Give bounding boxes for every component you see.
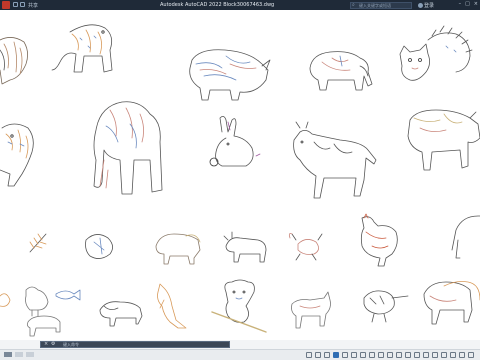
minimize-icon[interactable]: – — [459, 1, 462, 7]
isometric-icon[interactable] — [342, 352, 348, 358]
autocad-window: 共享 Autodesk AutoCAD 2022 Block30067463.d… — [0, 0, 480, 360]
drawing-goat[interactable] — [223, 231, 267, 263]
window-title: Autodesk AutoCAD 2022 Block30067463.dwg — [160, 1, 275, 8]
drawing-lion[interactable] — [0, 37, 28, 85]
annotation-scale-icon[interactable] — [387, 352, 393, 358]
drawing-rhino[interactable] — [189, 49, 271, 101]
drawing-lion-outline[interactable] — [155, 233, 201, 265]
status-tools — [306, 352, 474, 358]
drawing-fern[interactable] — [29, 233, 47, 253]
drawing-cow[interactable] — [293, 121, 377, 199]
command-bar: × ⚙ 键入命令 — [0, 340, 480, 349]
drawing-bull[interactable] — [407, 109, 480, 171]
selection-cycling-icon[interactable] — [378, 352, 384, 358]
title-bar: 共享 Autodesk AutoCAD 2022 Block30067463.d… — [0, 0, 480, 10]
drawing-canvas[interactable] — [0, 10, 480, 340]
osnap-icon[interactable] — [351, 352, 357, 358]
ortho-icon[interactable] — [324, 352, 330, 358]
drawing-koala[interactable] — [211, 279, 267, 333]
drawing-tiger[interactable] — [0, 123, 34, 187]
drawing-fish[interactable] — [55, 289, 81, 301]
drawing-horse-partial[interactable] — [451, 215, 480, 259]
application-menu-button[interactable] — [2, 1, 10, 9]
drawing-bird-small[interactable] — [0, 293, 11, 307]
sign-in-button[interactable]: 登录 — [418, 2, 434, 9]
user-icon — [418, 2, 423, 8]
new-icon[interactable] — [13, 2, 18, 7]
drawing-elephant-small[interactable] — [309, 51, 373, 91]
isolate-objects-icon[interactable] — [441, 352, 447, 358]
close-icon[interactable]: × — [44, 342, 48, 347]
sign-in-label: 登录 — [424, 2, 435, 9]
customization-icon[interactable] — [468, 352, 474, 358]
drawing-hen[interactable] — [25, 286, 49, 317]
grid-icon[interactable] — [306, 352, 312, 358]
drawing-ox[interactable] — [26, 315, 61, 337]
layout1-tab[interactable] — [15, 352, 23, 357]
drawing-cat-dragon[interactable] — [399, 25, 473, 81]
lineweight-icon[interactable] — [360, 352, 366, 358]
layout2-tab[interactable] — [26, 352, 34, 357]
model-tab[interactable] — [4, 352, 12, 357]
search-field[interactable]: ⌕ 键入关键字或短语 — [350, 1, 412, 9]
clean-screen-icon[interactable] — [459, 352, 465, 358]
lock-ui-icon[interactable] — [432, 352, 438, 358]
workspace-icon[interactable] — [396, 352, 402, 358]
drawing-kangaroo[interactable] — [157, 283, 187, 329]
drawing-bison[interactable] — [99, 301, 143, 327]
window-controls: – □ × — [459, 1, 478, 7]
share-button[interactable]: 共享 — [28, 2, 38, 9]
drawing-fish-abstract[interactable] — [85, 234, 113, 259]
search-placeholder: 键入关键字或短语 — [359, 2, 391, 8]
drawing-rabbit[interactable] — [209, 116, 261, 167]
units-icon[interactable] — [414, 352, 420, 358]
drawing-layer — [0, 24, 480, 337]
drawing-rooster[interactable] — [360, 213, 398, 267]
polar-icon[interactable] — [333, 352, 339, 358]
search-icon: ⌕ — [352, 1, 355, 8]
close-icon[interactable]: × — [474, 1, 478, 7]
drawing-leopard[interactable] — [51, 24, 113, 73]
quick-access-toolbar — [13, 2, 25, 7]
transparency-icon[interactable] — [369, 352, 375, 358]
quick-properties-icon[interactable] — [423, 352, 429, 358]
command-placeholder: 键入命令 — [63, 342, 79, 347]
hardware-acceleration-icon[interactable] — [450, 352, 456, 358]
drawing-crab[interactable] — [288, 233, 323, 261]
layout-tabs — [4, 352, 34, 357]
status-bar — [0, 349, 480, 360]
drawing-horses[interactable] — [423, 281, 480, 325]
annotation-monitor-icon[interactable] — [405, 352, 411, 358]
drawing-kiwi[interactable] — [363, 290, 409, 323]
save-icon[interactable] — [20, 2, 25, 7]
snap-icon[interactable] — [315, 352, 321, 358]
wrench-icon[interactable]: ⚙ — [51, 342, 55, 347]
command-line[interactable]: × ⚙ 键入命令 — [40, 341, 230, 348]
maximize-icon[interactable]: □ — [465, 1, 470, 7]
drawing-elephant-large[interactable] — [93, 101, 163, 195]
drawing-jackal[interactable] — [291, 291, 331, 329]
